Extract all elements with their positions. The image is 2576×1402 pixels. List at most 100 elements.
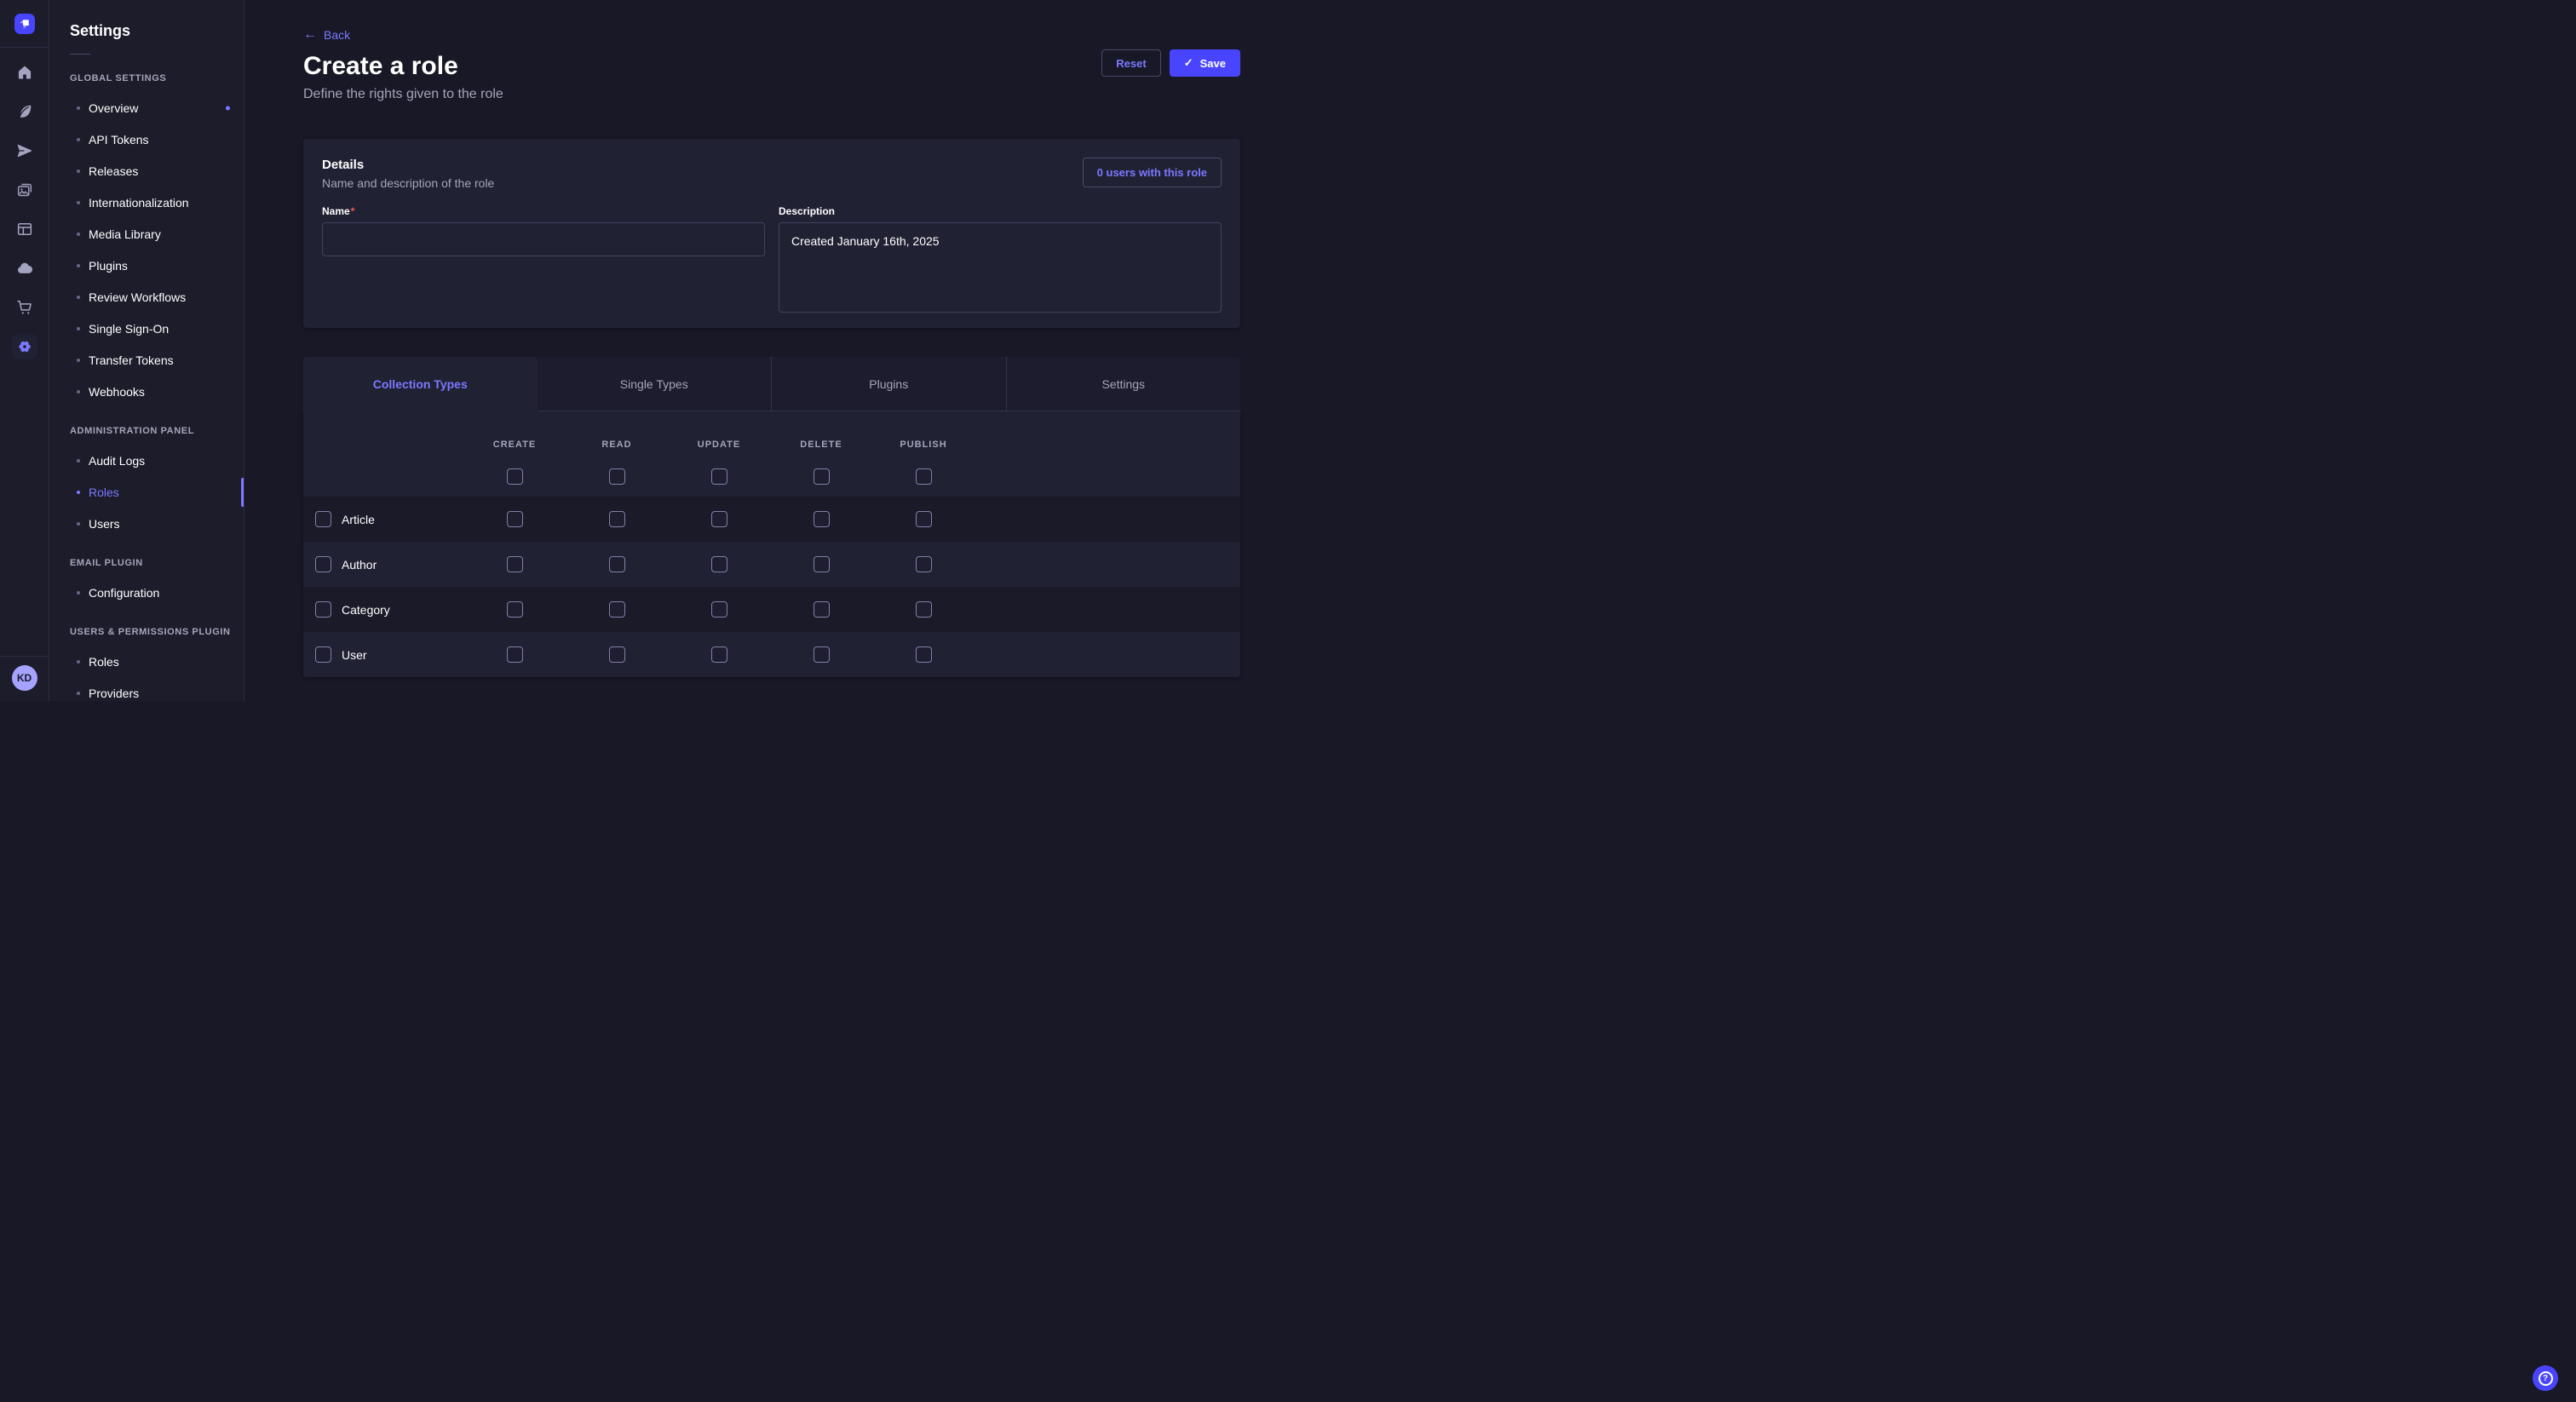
sidebar-item-label: Transfer Tokens [89, 353, 174, 367]
tab-plugins[interactable]: Plugins [771, 357, 1006, 411]
perm-user-create-checkbox[interactable] [507, 646, 523, 663]
tab-settings[interactable]: Settings [1006, 357, 1241, 411]
perm-category-create-checkbox[interactable] [507, 601, 523, 618]
bullet-icon [77, 170, 80, 173]
bullet-icon [77, 359, 80, 362]
tab-collection-types[interactable]: Collection Types [303, 357, 538, 411]
rail-item-deploy[interactable] [12, 256, 37, 281]
perm-author-publish-checkbox[interactable] [916, 556, 932, 572]
name-field-group: Name* [322, 205, 765, 317]
bullet-icon [77, 491, 80, 494]
bullet-icon [77, 106, 80, 110]
description-label: Description [779, 205, 1222, 217]
perm-user-delete-checkbox[interactable] [814, 646, 830, 663]
rail-item-content-type-builder[interactable] [12, 216, 37, 242]
sidebar-item-label: Roles [89, 486, 119, 499]
perm-category-read-checkbox[interactable] [609, 601, 625, 618]
sidebar-item-roles[interactable]: Roles [49, 476, 244, 508]
cloud-icon [16, 260, 33, 277]
sidebar-item-label: Releases [89, 164, 138, 178]
sidebar-item-label: Configuration [89, 586, 159, 600]
perm-article-create-checkbox[interactable] [507, 511, 523, 527]
perm-author-create-checkbox[interactable] [507, 556, 523, 572]
bullet-icon [77, 327, 80, 330]
perm-article-publish-checkbox[interactable] [916, 511, 932, 527]
details-subtitle: Name and description of the role [322, 176, 494, 190]
description-textarea[interactable]: Created January 16th, 2025 [779, 222, 1222, 313]
sidebar-item-roles[interactable]: Roles [49, 646, 244, 677]
perm-category-update-checkbox[interactable] [711, 601, 727, 618]
sidebar-item-label: Roles [89, 655, 119, 669]
paper-plane-icon [16, 142, 33, 159]
rail-footer: KD [0, 656, 49, 701]
rail-item-settings[interactable] [12, 334, 37, 359]
select-all-delete-checkbox[interactable] [814, 468, 830, 485]
name-input[interactable] [322, 222, 765, 256]
back-label: Back [324, 28, 350, 42]
sidebar-item-webhooks[interactable]: Webhooks [49, 376, 244, 407]
sidebar-item-api-tokens[interactable]: API Tokens [49, 124, 244, 155]
reset-button[interactable]: Reset [1101, 49, 1160, 77]
perm-article-delete-checkbox[interactable] [814, 511, 830, 527]
perm-user-update-checkbox[interactable] [711, 646, 727, 663]
sidebar-item-overview[interactable]: Overview [49, 92, 244, 124]
sidebar-item-label: Providers [89, 687, 139, 700]
perm-author-delete-checkbox[interactable] [814, 556, 830, 572]
sidebar-item-review-workflows[interactable]: Review Workflows [49, 281, 244, 313]
rail-item-media-library[interactable] [12, 177, 37, 203]
page-subtitle: Define the rights given to the role [303, 87, 1240, 102]
avatar[interactable]: KD [12, 665, 37, 691]
perm-author-update-checkbox[interactable] [711, 556, 727, 572]
sidebar-item-internationalization[interactable]: Internationalization [49, 187, 244, 218]
sidebar-item-users[interactable]: Users [49, 508, 244, 539]
sidebar-item-audit-logs[interactable]: Audit Logs [49, 445, 244, 476]
perm-user-publish-checkbox[interactable] [916, 646, 932, 663]
sidebar-item-label: Media Library [89, 227, 161, 241]
gear-icon [16, 338, 33, 355]
row-checkbox-author[interactable] [315, 556, 331, 572]
select-all-create-checkbox[interactable] [507, 468, 523, 485]
row-checkbox-category[interactable] [315, 601, 331, 618]
sidebar-item-label: Webhooks [89, 385, 145, 399]
page-title: Create a role [303, 53, 1240, 80]
column-header-publish: PUBLISH [872, 440, 975, 450]
sidebar-item-plugins[interactable]: Plugins [49, 250, 244, 281]
users-with-role-button[interactable]: 0 users with this role [1083, 158, 1222, 187]
sidebar-item-transfer-tokens[interactable]: Transfer Tokens [49, 344, 244, 376]
sidebar-item-label: Single Sign-On [89, 322, 169, 336]
strapi-logo[interactable] [14, 14, 35, 34]
select-all-read-checkbox[interactable] [609, 468, 625, 485]
perm-article-read-checkbox[interactable] [609, 511, 625, 527]
permissions-header-row: CREATEREADUPDATEDELETEPUBLISH [303, 411, 1240, 468]
select-all-update-checkbox[interactable] [711, 468, 727, 485]
sidebar-item-releases[interactable]: Releases [49, 155, 244, 187]
rail-item-home[interactable] [12, 60, 37, 85]
nav-section-label: GLOBAL SETTINGS [70, 73, 223, 83]
feather-icon [16, 103, 33, 120]
rail-item-marketplace[interactable] [12, 295, 37, 320]
help-button[interactable]: ? [2533, 1365, 2558, 1391]
sidebar-item-configuration[interactable]: Configuration [49, 577, 244, 608]
perm-category-publish-checkbox[interactable] [916, 601, 932, 618]
tab-single-types[interactable]: Single Types [538, 357, 772, 411]
perm-author-read-checkbox[interactable] [609, 556, 625, 572]
sidebar-item-label: Users [89, 517, 120, 531]
row-label: Author [342, 558, 377, 572]
row-checkbox-user[interactable] [315, 646, 331, 663]
rail-item-releases[interactable] [12, 138, 37, 164]
row-checkbox-article[interactable] [315, 511, 331, 527]
back-link[interactable]: ← Back [303, 28, 350, 42]
column-header-create: CREATE [463, 440, 566, 450]
check-icon: ✓ [1184, 56, 1193, 70]
rail-item-content-manager[interactable] [12, 99, 37, 124]
perm-category-delete-checkbox[interactable] [814, 601, 830, 618]
perm-user-read-checkbox[interactable] [609, 646, 625, 663]
select-all-publish-checkbox[interactable] [916, 468, 932, 485]
save-button[interactable]: ✓ Save [1170, 49, 1240, 77]
bullet-icon [77, 264, 80, 267]
sidebar-item-media-library[interactable]: Media Library [49, 218, 244, 250]
sidebar-item-single-sign-on[interactable]: Single Sign-On [49, 313, 244, 344]
cart-icon [16, 299, 33, 316]
perm-article-update-checkbox[interactable] [711, 511, 727, 527]
sidebar-item-providers[interactable]: Providers [49, 677, 244, 701]
